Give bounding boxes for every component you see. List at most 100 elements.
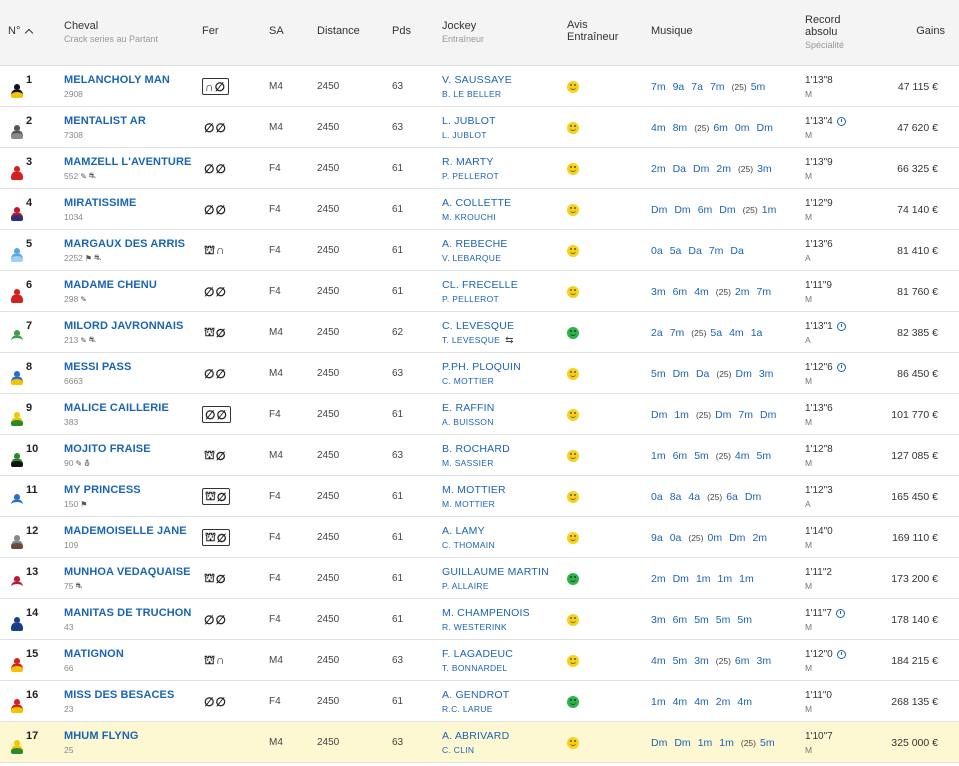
musique-item[interactable]: 4m: [651, 122, 666, 134]
musique-item[interactable]: 5m: [673, 655, 688, 667]
musique-item[interactable]: 5m: [737, 614, 752, 626]
jockey-link[interactable]: B. ROCHARD: [442, 443, 510, 455]
trainer-link[interactable]: L. JUBLOT: [442, 130, 487, 140]
musique-item[interactable]: Dm: [719, 204, 735, 216]
musique-item[interactable]: 6m: [698, 204, 713, 216]
jockey-link[interactable]: A. GENDROT: [442, 689, 509, 701]
table-row[interactable]: 12 MADEMOISELLE JANE 109 ⛫∅ F4 2450 61 A. LAMY C…: [0, 517, 959, 558]
table-row[interactable]: 11 MY PRINCESS 150 ⚑ ⛫∅ F4 2450 61 M. MOTTIER M. …: [0, 476, 959, 517]
horse-name-link[interactable]: MIRATISSIME: [64, 197, 136, 209]
musique-item[interactable]: 4m: [673, 696, 688, 708]
musique-item[interactable]: 9a: [673, 81, 685, 93]
musique-item[interactable]: 4m: [735, 450, 750, 462]
musique-item[interactable]: 1m: [651, 696, 666, 708]
trainer-link[interactable]: M. MOTTIER: [442, 499, 495, 509]
table-row[interactable]: 5 MARGAUX DES ARRIS 2252 ⚑ ⛐ ⛫∩ F4 2450 61 A. REB…: [0, 230, 959, 271]
musique-item[interactable]: 3m: [694, 655, 709, 667]
jockey-link[interactable]: A. ABRIVARD: [442, 730, 509, 742]
musique-item[interactable]: Dm: [673, 573, 689, 585]
distance-header[interactable]: Distance: [317, 25, 360, 37]
musique-header[interactable]: Musique: [651, 25, 693, 37]
horse-name-link[interactable]: MENTALIST AR: [64, 115, 146, 127]
horse-name-link[interactable]: MILORD JAVRONNAIS: [64, 320, 183, 332]
musique-item[interactable]: 1m: [719, 737, 734, 749]
musique-item[interactable]: 2m: [716, 696, 731, 708]
jockey-link[interactable]: CL. FRECELLE: [442, 279, 518, 291]
musique-item[interactable]: 3m: [757, 163, 772, 175]
musique-item[interactable]: 0m: [735, 122, 750, 134]
jockey-link[interactable]: V. SAUSSAYE: [442, 74, 512, 86]
table-row[interactable]: 6 MADAME CHENU 298 ✎ ∅∅ F4 2450 61 CL. FRECELLE P…: [0, 271, 959, 312]
musique-item[interactable]: 5m: [760, 737, 775, 749]
horse-name-link[interactable]: MUNHOA VEDAQUAISE: [64, 566, 191, 578]
trainer-link[interactable]: C. MOTTIER: [442, 376, 494, 386]
musique-item[interactable]: 7m: [710, 81, 725, 93]
musique-item[interactable]: Dm: [760, 409, 776, 421]
table-row[interactable]: 15 MATIGNON 66 ⛫∩ M4 2450 63 F. LAGADEUC T. BONN…: [0, 640, 959, 681]
jockey-link[interactable]: P.PH. PLOQUIN: [442, 361, 521, 373]
trainer-link[interactable]: P. PELLEROT: [442, 294, 499, 304]
table-row[interactable]: 16 MISS DES BESACES 23 ∅∅ F4 2450 61 A. GENDROT…: [0, 681, 959, 722]
musique-item[interactable]: 7m: [651, 81, 666, 93]
musique-item[interactable]: 9a: [651, 532, 663, 544]
musique-item[interactable]: 4m: [694, 286, 709, 298]
table-row[interactable]: 13 MUNHOA VEDAQUAISE 75 ⛐ ⛫∅ F4 2450 61 GUILLAUM…: [0, 558, 959, 599]
fer-header[interactable]: Fer: [202, 25, 219, 37]
table-row[interactable]: 3 MAMZELL L'AVENTURE 552 ✎ ⛐ ∅∅ F4 2450 61 R. MAR…: [0, 148, 959, 189]
horse-name-link[interactable]: MAMZELL L'AVENTURE: [64, 156, 191, 168]
musique-item[interactable]: 2a: [651, 327, 663, 339]
jockey-link[interactable]: R. MARTY: [442, 156, 494, 168]
musique-item[interactable]: 7m: [757, 286, 772, 298]
musique-item[interactable]: 2m: [752, 532, 767, 544]
musique-item[interactable]: 1m: [739, 573, 754, 585]
musique-item[interactable]: 1m: [696, 573, 711, 585]
musique-item[interactable]: 1m: [718, 573, 733, 585]
trainer-link[interactable]: P. ALLAIRE: [442, 581, 489, 591]
musique-item[interactable]: 4m: [651, 655, 666, 667]
trainer-link[interactable]: C. THOMAIN: [442, 540, 495, 550]
table-row[interactable]: 1 MELANCHOLY MAN 2908 ∩∅ M4 2450 63 V. SAUSSAYE…: [0, 66, 959, 107]
musique-item[interactable]: 0m: [708, 532, 723, 544]
jockey-link[interactable]: F. LAGADEUC: [442, 648, 513, 660]
sa-header[interactable]: SA: [269, 25, 284, 37]
musique-item[interactable]: 2m: [735, 286, 750, 298]
jockey-link[interactable]: A. REBECHE: [442, 238, 508, 250]
table-row[interactable]: 10 MOJITO FRAISE 90 ✎ ⛢ ⛫∅ M4 2450 63 B. ROCHARD M…: [0, 435, 959, 476]
musique-item[interactable]: 5a: [670, 245, 682, 257]
musique-item[interactable]: Da: [696, 368, 709, 380]
horse-name-link[interactable]: MANITAS DE TRUCHON: [64, 607, 191, 619]
trainer-link[interactable]: T. BONNARDEL: [442, 663, 507, 673]
musique-item[interactable]: 4m: [729, 327, 744, 339]
musique-item[interactable]: 8a: [670, 491, 682, 503]
musique-item[interactable]: 5a: [710, 327, 722, 339]
musique-item[interactable]: 5m: [716, 614, 731, 626]
horse-name-link[interactable]: MISS DES BESACES: [64, 689, 174, 701]
musique-item[interactable]: Da: [688, 245, 701, 257]
musique-item[interactable]: 1a: [751, 327, 763, 339]
musique-item[interactable]: 0a: [651, 491, 663, 503]
jockey-link[interactable]: GUILLAUME MARTIN: [442, 566, 549, 578]
trainer-link[interactable]: T. LEVESQUE: [442, 335, 500, 345]
table-row[interactable]: 17 MHUM FLYNG 25 M4 2450 63 A. ABRIVARD C. CLIN…: [0, 722, 959, 763]
musique-item[interactable]: 6m: [735, 655, 750, 667]
jockey-link[interactable]: C. LEVESQUE: [442, 320, 514, 332]
musique-item[interactable]: Dm: [651, 737, 667, 749]
musique-item[interactable]: 6a: [726, 491, 738, 503]
musique-item[interactable]: 5m: [651, 368, 666, 380]
jockey-link[interactable]: A. COLLETTE: [442, 197, 511, 209]
musique-item[interactable]: 8m: [673, 122, 688, 134]
musique-item[interactable]: 3m: [651, 286, 666, 298]
horse-name-link[interactable]: MHUM FLYNG: [64, 730, 139, 742]
horse-name-link[interactable]: MADEMOISELLE JANE: [64, 525, 187, 537]
trainer-link[interactable]: P. PELLEROT: [442, 171, 499, 181]
musique-item[interactable]: 6m: [673, 450, 688, 462]
musique-item[interactable]: 6m: [673, 286, 688, 298]
musique-item[interactable]: Dm: [736, 368, 752, 380]
musique-item[interactable]: 2m: [651, 573, 666, 585]
jockey-link[interactable]: E. RAFFIN: [442, 402, 495, 414]
trainer-link[interactable]: B. LE BELLER: [442, 89, 501, 99]
musique-item[interactable]: 0a: [670, 532, 682, 544]
musique-item[interactable]: 5m: [694, 614, 709, 626]
jockey-link[interactable]: M. CHAMPENOIS: [442, 607, 530, 619]
jockey-link[interactable]: L. JUBLOT: [442, 115, 496, 127]
